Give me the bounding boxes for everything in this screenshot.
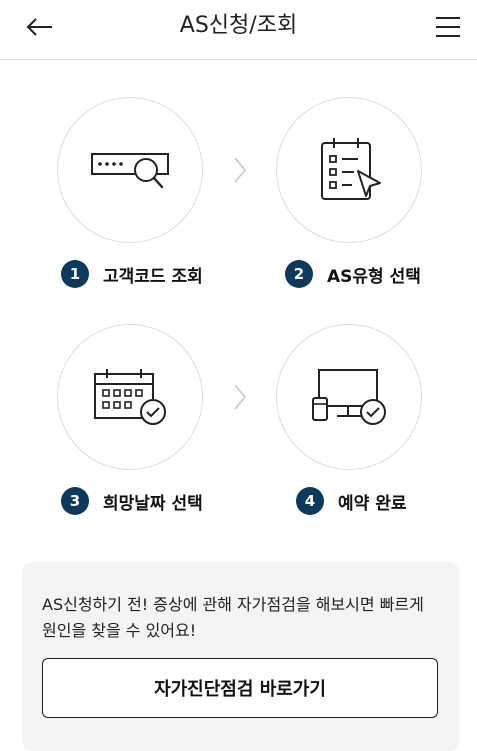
self-check-info-box: AS신청하기 전! 증상에 관해 자가점검을 해보시면 빠르게 원인을 찾을 수… bbox=[22, 562, 459, 751]
self-diagnosis-button[interactable]: 자가진단점검 바로가기 bbox=[42, 658, 438, 718]
step-title: 희망날짜 선택 bbox=[103, 493, 203, 514]
chevron-right-icon bbox=[229, 379, 251, 415]
step-number-badge: 4 bbox=[296, 487, 324, 515]
step-number-badge: 2 bbox=[285, 260, 313, 288]
step-title: 예약 완료 bbox=[338, 493, 407, 514]
step-2-label: 2 AS유형 선택 bbox=[285, 259, 421, 289]
header: AS신청/조회 bbox=[0, 0, 477, 60]
self-check-message: AS신청하기 전! 증상에 관해 자가점검을 해보시면 빠르게 원인을 찾을 수… bbox=[42, 595, 424, 640]
page-title: AS신청/조회 bbox=[179, 13, 298, 38]
step-3-label: 3 희망날짜 선택 bbox=[61, 486, 203, 516]
step-number-badge: 1 bbox=[61, 260, 89, 288]
chevron-right-icon bbox=[229, 152, 251, 188]
step-4-label: 4 예약 완료 bbox=[296, 486, 406, 516]
step-title: 고객코드 조회 bbox=[103, 266, 203, 287]
hamburger-menu-icon bbox=[436, 17, 460, 37]
step-3-circle bbox=[57, 324, 203, 470]
code-search-icon bbox=[91, 153, 169, 189]
step-1-circle bbox=[57, 97, 203, 243]
checklist-pointer-icon bbox=[321, 138, 381, 200]
step-1-label: 1 고객코드 조회 bbox=[61, 259, 203, 289]
step-title: AS유형 선택 bbox=[327, 266, 421, 287]
step-number-badge: 3 bbox=[61, 487, 89, 515]
step-2-circle bbox=[276, 97, 422, 243]
devices-check-icon bbox=[312, 369, 386, 425]
step-4-circle bbox=[276, 324, 422, 470]
menu-button[interactable] bbox=[428, 10, 468, 44]
calendar-check-icon bbox=[94, 369, 166, 425]
